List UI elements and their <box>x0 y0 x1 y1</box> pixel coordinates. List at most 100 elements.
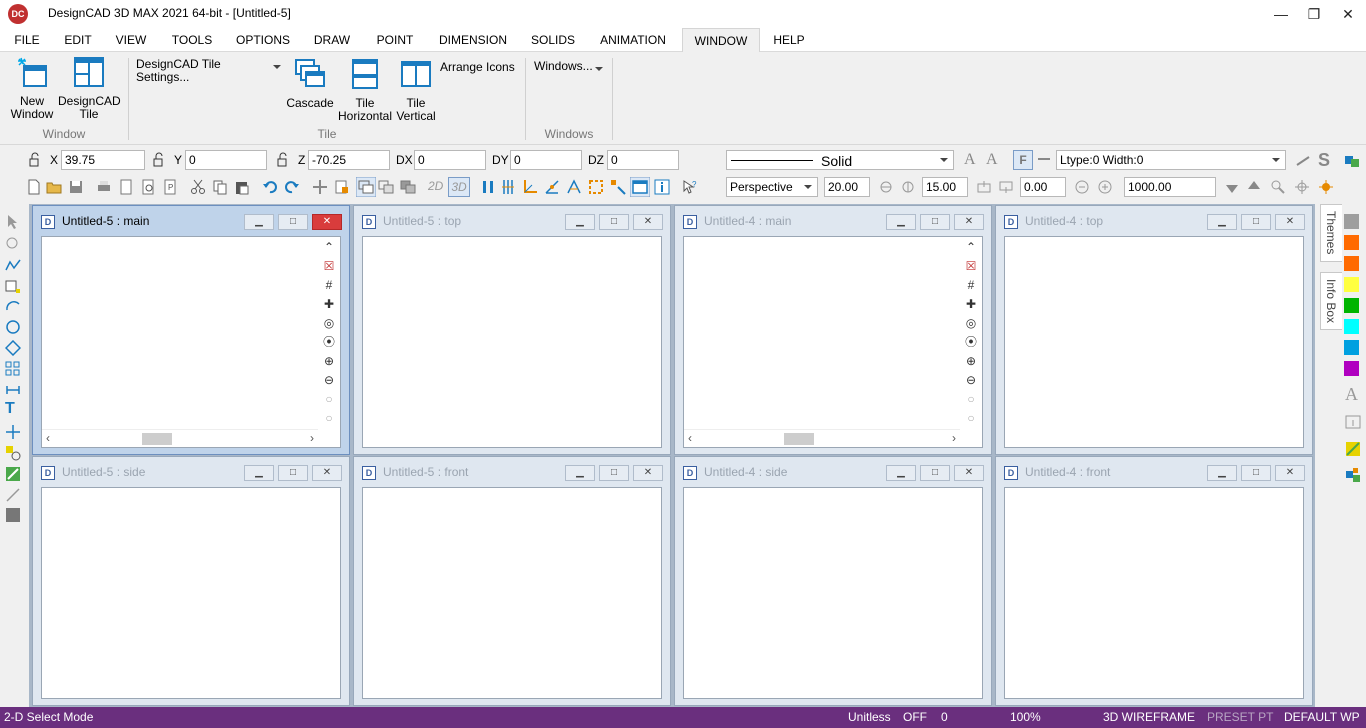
status-workplane[interactable]: DEFAULT WP <box>1284 707 1360 728</box>
projection-dropdown[interactable]: Perspective <box>726 177 818 197</box>
info-icon[interactable] <box>654 179 670 195</box>
menu-point[interactable]: POINT <box>370 28 420 52</box>
print-icon[interactable] <box>96 179 112 195</box>
status-layer[interactable]: 0 <box>941 707 948 728</box>
document-icon[interactable]: D <box>1004 466 1018 480</box>
child-close-button[interactable]: ✕ <box>312 465 342 481</box>
menu-tools[interactable]: TOOLS <box>166 28 218 52</box>
clear-icon[interactable]: ☒ <box>321 258 337 274</box>
zoom-previous-icon[interactable]: ○ <box>963 391 979 407</box>
box-tool-icon[interactable] <box>5 278 21 294</box>
zoom-all-icon[interactable]: ○ <box>321 410 337 426</box>
tile-vertical-button[interactable]: Tile Vertical <box>394 58 438 123</box>
child-close-button[interactable]: ✕ <box>954 214 984 230</box>
child-close-button[interactable]: ✕ <box>312 214 342 230</box>
info-box-tab[interactable]: Info Box <box>1320 272 1342 330</box>
edit-tool-icon[interactable] <box>5 466 21 482</box>
drawing-canvas[interactable]: ⌃ ☒ # ✚ ◎ ⦿ ⊕ ⊖ ○ ○ ‹ › <box>41 236 341 448</box>
status-preset[interactable]: PRESET PT <box>1207 707 1273 728</box>
zoom-in-view-icon[interactable] <box>1097 179 1113 195</box>
fill-toggle-icon[interactable]: F <box>1013 150 1033 170</box>
document-icon[interactable]: D <box>41 215 55 229</box>
horizontal-scrollbar[interactable]: ‹ › <box>42 429 318 447</box>
menu-help[interactable]: HELP <box>766 28 812 52</box>
axis-icon[interactable] <box>522 179 538 195</box>
pan-icon[interactable]: ✚ <box>963 296 979 312</box>
image-panel-icon[interactable] <box>1345 414 1361 430</box>
child-window[interactable]: D Untitled-4 : side ▁ □ ✕ <box>674 456 992 706</box>
child-minimize-button[interactable]: ▁ <box>886 214 916 230</box>
paste-icon[interactable] <box>234 179 250 195</box>
point-tool-icon[interactable] <box>5 424 21 440</box>
crosshair-icon[interactable] <box>1294 179 1310 195</box>
dimension-tool-icon[interactable] <box>5 382 21 398</box>
view-field-1[interactable]: 20.00 <box>824 177 870 197</box>
circle-tool-icon[interactable] <box>5 319 21 335</box>
pen-icon[interactable] <box>1295 153 1311 169</box>
drawing-canvas[interactable] <box>683 487 983 699</box>
child-maximize-button[interactable]: □ <box>599 214 629 230</box>
x-field[interactable]: 39.75 <box>61 150 145 170</box>
designcad-tile-button[interactable]: DesignCAD Tile <box>58 56 121 121</box>
child-maximize-button[interactable]: □ <box>278 214 308 230</box>
properties-icon[interactable] <box>334 179 350 195</box>
lock-icon[interactable] <box>152 152 168 168</box>
child-title-bar[interactable]: D Untitled-4 : main ▁ □ ✕ <box>675 206 991 236</box>
child-maximize-button[interactable]: □ <box>599 465 629 481</box>
font-panel-icon[interactable]: A <box>1345 384 1361 404</box>
color-tool-icon[interactable] <box>6 508 20 522</box>
text-size-up-icon[interactable]: A <box>964 151 980 168</box>
pan-icon[interactable] <box>312 179 328 195</box>
select-arrow-tool-icon[interactable] <box>5 214 21 230</box>
lock-icon[interactable] <box>28 152 44 168</box>
child-window[interactable]: D Untitled-5 : main ▁ □ ✕ ⌃ ☒ # ✚ ◎ ⦿ ⊕ ⊖ ○ ○ ‹ › <box>32 205 350 455</box>
window-stack-icon[interactable] <box>356 177 376 197</box>
view-field-3[interactable]: 0.00 <box>1020 177 1066 197</box>
restore-button[interactable]: ❐ <box>1299 4 1329 24</box>
zoom-window-icon[interactable]: ⦿ <box>963 334 979 350</box>
layers-panel-icon[interactable] <box>1345 467 1361 483</box>
scroll-arrows-icon[interactable]: ⌃ <box>321 239 337 255</box>
line-style-dropdown[interactable]: Solid <box>726 150 954 170</box>
status-units[interactable]: Unitless <box>848 707 891 728</box>
help-pointer-icon[interactable]: ? <box>682 179 698 195</box>
mode-3d-button[interactable]: 3D <box>448 177 470 197</box>
child-maximize-button[interactable]: □ <box>920 214 950 230</box>
color-swatch[interactable] <box>1344 277 1359 292</box>
child-title-bar[interactable]: D Untitled-5 : top ▁ □ ✕ <box>354 206 670 236</box>
child-close-button[interactable]: ✕ <box>633 214 663 230</box>
menu-window[interactable]: WINDOW <box>682 28 760 53</box>
pan-icon[interactable]: ✚ <box>321 296 337 312</box>
clear-icon[interactable]: ☒ <box>963 258 979 274</box>
color-swatch[interactable] <box>1344 235 1359 250</box>
copy-icon[interactable] <box>212 179 228 195</box>
color-swatch[interactable] <box>1344 298 1359 313</box>
zoom-in-icon[interactable]: ⊕ <box>321 353 337 369</box>
menu-view[interactable]: VIEW <box>110 28 152 52</box>
print-preview-icon[interactable] <box>140 179 156 195</box>
windows-dropdown[interactable]: Windows... <box>534 60 608 73</box>
child-window[interactable]: D Untitled-4 : top ▁ □ ✕ <box>995 205 1313 455</box>
close-button[interactable]: ✕ <box>1333 4 1363 24</box>
layers-icon[interactable] <box>1344 153 1360 169</box>
child-maximize-button[interactable]: □ <box>278 465 308 481</box>
child-maximize-button[interactable]: □ <box>920 465 950 481</box>
zoom-previous-icon[interactable]: ○ <box>321 391 337 407</box>
rotate-left-icon[interactable] <box>878 179 894 195</box>
drawing-canvas[interactable] <box>1004 236 1304 448</box>
viewport-toggle-icon[interactable] <box>630 177 650 197</box>
grid-icon[interactable]: # <box>963 277 979 293</box>
drawing-canvas[interactable] <box>1004 487 1304 699</box>
child-minimize-button[interactable]: ▁ <box>1207 465 1237 481</box>
zoom-all-icon[interactable]: ○ <box>963 410 979 426</box>
y-field[interactable]: 0 <box>185 150 267 170</box>
menu-solids[interactable]: SOLIDS <box>526 28 580 52</box>
child-minimize-button[interactable]: ▁ <box>886 465 916 481</box>
drawing-canvas[interactable]: ⌃ ☒ # ✚ ◎ ⦿ ⊕ ⊖ ○ ○ ‹ › <box>683 236 983 448</box>
child-minimize-button[interactable]: ▁ <box>1207 214 1237 230</box>
color-swatch[interactable] <box>1344 319 1359 334</box>
zoom-window-icon[interactable] <box>1270 179 1286 195</box>
child-title-bar[interactable]: D Untitled-5 : main ▁ □ ✕ <box>33 206 349 236</box>
child-maximize-button[interactable]: □ <box>1241 214 1271 230</box>
view-field-2[interactable]: 15.00 <box>922 177 968 197</box>
